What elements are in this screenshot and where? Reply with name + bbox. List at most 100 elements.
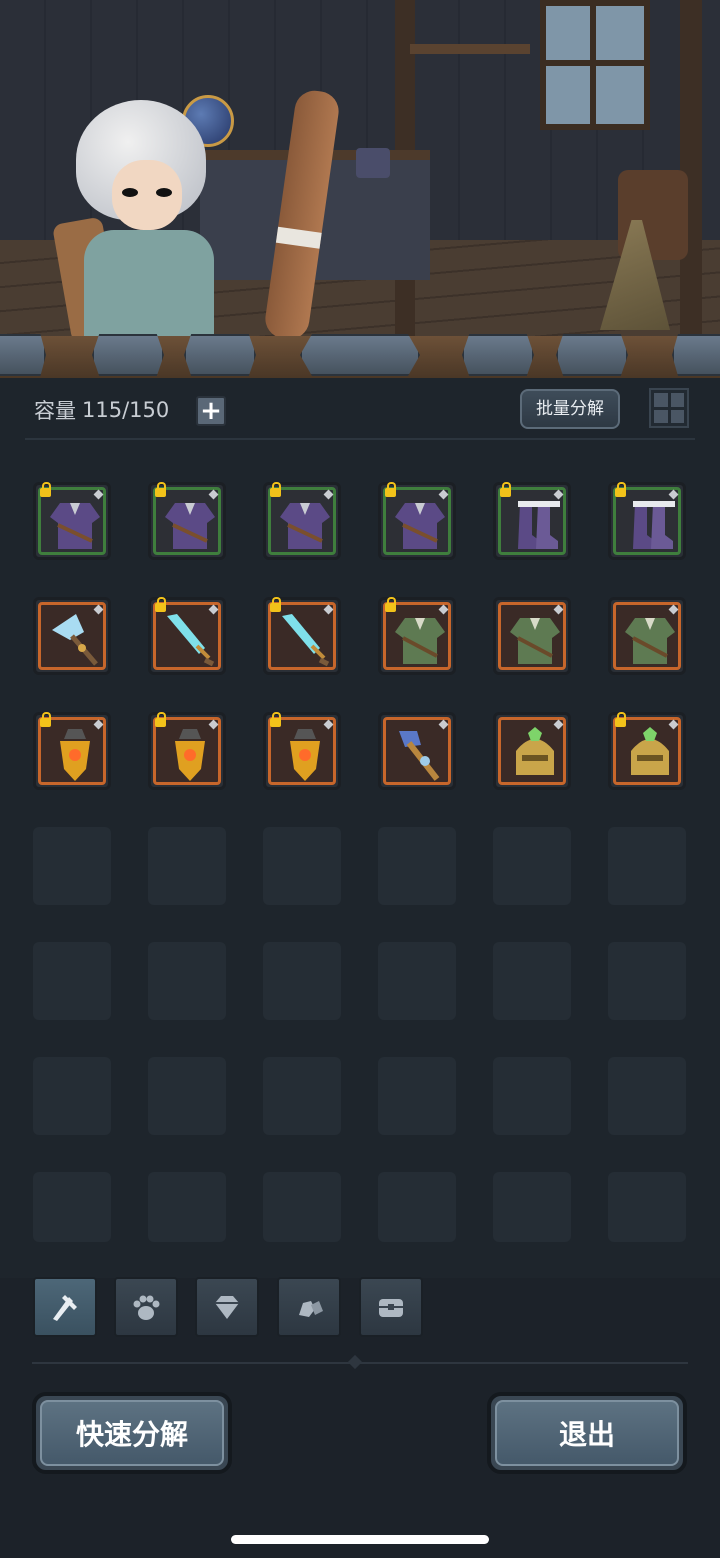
lock-icon [270, 712, 281, 727]
inventory-slot-sword[interactable] [148, 597, 226, 675]
inkwell-icon [356, 148, 390, 178]
quick-decompose-label: 快速分解 [40, 1400, 224, 1466]
empty-slot [493, 827, 571, 905]
empty-slot [378, 1172, 456, 1242]
empty-slot [378, 827, 456, 905]
empty-slot [148, 1057, 226, 1135]
inventory-slot-amulet[interactable] [33, 712, 111, 790]
gem-tab-icon [215, 1296, 239, 1319]
batch-decompose-button[interactable]: 批量分解 [520, 389, 620, 429]
empty-slot [263, 1057, 341, 1135]
trim-stone [556, 334, 628, 376]
lock-icon [155, 712, 166, 727]
hero-body [84, 230, 214, 340]
staff-wrap [275, 226, 322, 249]
lock-icon [270, 597, 281, 612]
purple-armor-icon [50, 503, 100, 549]
wood-beam [680, 0, 702, 340]
hero-character [51, 100, 232, 344]
tab-stones[interactable] [277, 1277, 341, 1337]
trim-stone [462, 334, 534, 376]
lock-icon [155, 482, 166, 497]
inventory-slot-armor[interactable] [493, 597, 571, 675]
ice-sword-icon [282, 614, 330, 667]
lock-icon [615, 482, 626, 497]
lock-icon [615, 712, 626, 727]
inventory-slot-sword[interactable] [263, 597, 341, 675]
lock-icon [385, 597, 396, 612]
empty-slot [608, 942, 686, 1020]
empty-slot [263, 942, 341, 1020]
purple-armor-icon [280, 503, 330, 549]
empty-slot [33, 827, 111, 905]
ice-axe-icon [52, 614, 98, 666]
chest-tab-icon [379, 1299, 403, 1317]
empty-slot [378, 1057, 456, 1135]
empty-slot [148, 942, 226, 1020]
tab-pets[interactable] [114, 1277, 178, 1337]
inventory-slot-axe[interactable] [33, 597, 111, 675]
trim-stone [672, 334, 720, 376]
shelf [410, 44, 530, 54]
lock-icon [500, 482, 511, 497]
green-tunic-icon [625, 618, 675, 664]
capacity-row: 容量 115/150 [34, 386, 169, 434]
trim-stone [92, 334, 164, 376]
lock-icon [270, 482, 281, 497]
lock-icon [385, 482, 396, 497]
empty-slot [608, 827, 686, 905]
window [540, 0, 650, 130]
expand-capacity-button[interactable]: + [196, 396, 226, 426]
tab-gems[interactable] [195, 1277, 259, 1337]
empty-slot [493, 1172, 571, 1242]
inventory-slot-helmet[interactable] [608, 712, 686, 790]
weapons-tab-icon [53, 1295, 77, 1321]
capacity-value: 115/150 [82, 398, 170, 422]
purple-armor-icon [165, 503, 215, 549]
empty-slot [263, 827, 341, 905]
empty-slot [33, 1057, 111, 1135]
inventory-slot-boots[interactable] [608, 482, 686, 560]
plus-icon: + [200, 396, 222, 426]
home-indicator[interactable] [231, 1535, 489, 1544]
empty-slot [263, 1172, 341, 1242]
empty-slot [493, 942, 571, 1020]
lock-icon [155, 597, 166, 612]
crystal-staff-icon [399, 731, 440, 781]
inventory-slot-amulet[interactable] [263, 712, 341, 790]
inventory-slot-armor[interactable] [378, 482, 456, 560]
exit-button[interactable]: 退出 [487, 1392, 687, 1474]
ice-sword-icon [167, 614, 215, 667]
inventory-slot-boots[interactable] [493, 482, 571, 560]
inventory-slot-armor[interactable] [148, 482, 226, 560]
inventory-slot-armor[interactable] [378, 597, 456, 675]
inventory-slot-armor[interactable] [608, 597, 686, 675]
empty-slot [608, 1172, 686, 1242]
green-tunic-icon [510, 618, 560, 664]
tab-weapons[interactable] [33, 1277, 97, 1337]
lock-icon [40, 482, 51, 497]
inventory-slot-armor[interactable] [33, 482, 111, 560]
inventory-slot-helmet[interactable] [493, 712, 571, 790]
inventory-slot-armor[interactable] [263, 482, 341, 560]
grid-view-icon[interactable] [649, 388, 689, 428]
amber-amulet-icon [60, 729, 90, 781]
paw-tab-icon [133, 1295, 160, 1320]
empty-slot [493, 1057, 571, 1135]
quick-decompose-button[interactable]: 快速分解 [32, 1392, 232, 1474]
hero-eye [156, 188, 172, 197]
purple-boots-icon [518, 501, 560, 549]
capacity-label: 容量 [34, 399, 76, 423]
trim-stone [300, 334, 420, 376]
lock-icon [40, 712, 51, 727]
empty-slot [148, 1172, 226, 1242]
empty-slot [148, 827, 226, 905]
purple-boots-icon [633, 501, 675, 549]
divider [25, 438, 695, 440]
inventory-slot-amulet[interactable] [148, 712, 226, 790]
inventory-slot-staff[interactable] [378, 712, 456, 790]
stones-tab-icon [299, 1301, 323, 1317]
tab-chest[interactable] [359, 1277, 423, 1337]
amber-amulet-icon [290, 729, 320, 781]
golden-helmet-icon [516, 727, 554, 775]
